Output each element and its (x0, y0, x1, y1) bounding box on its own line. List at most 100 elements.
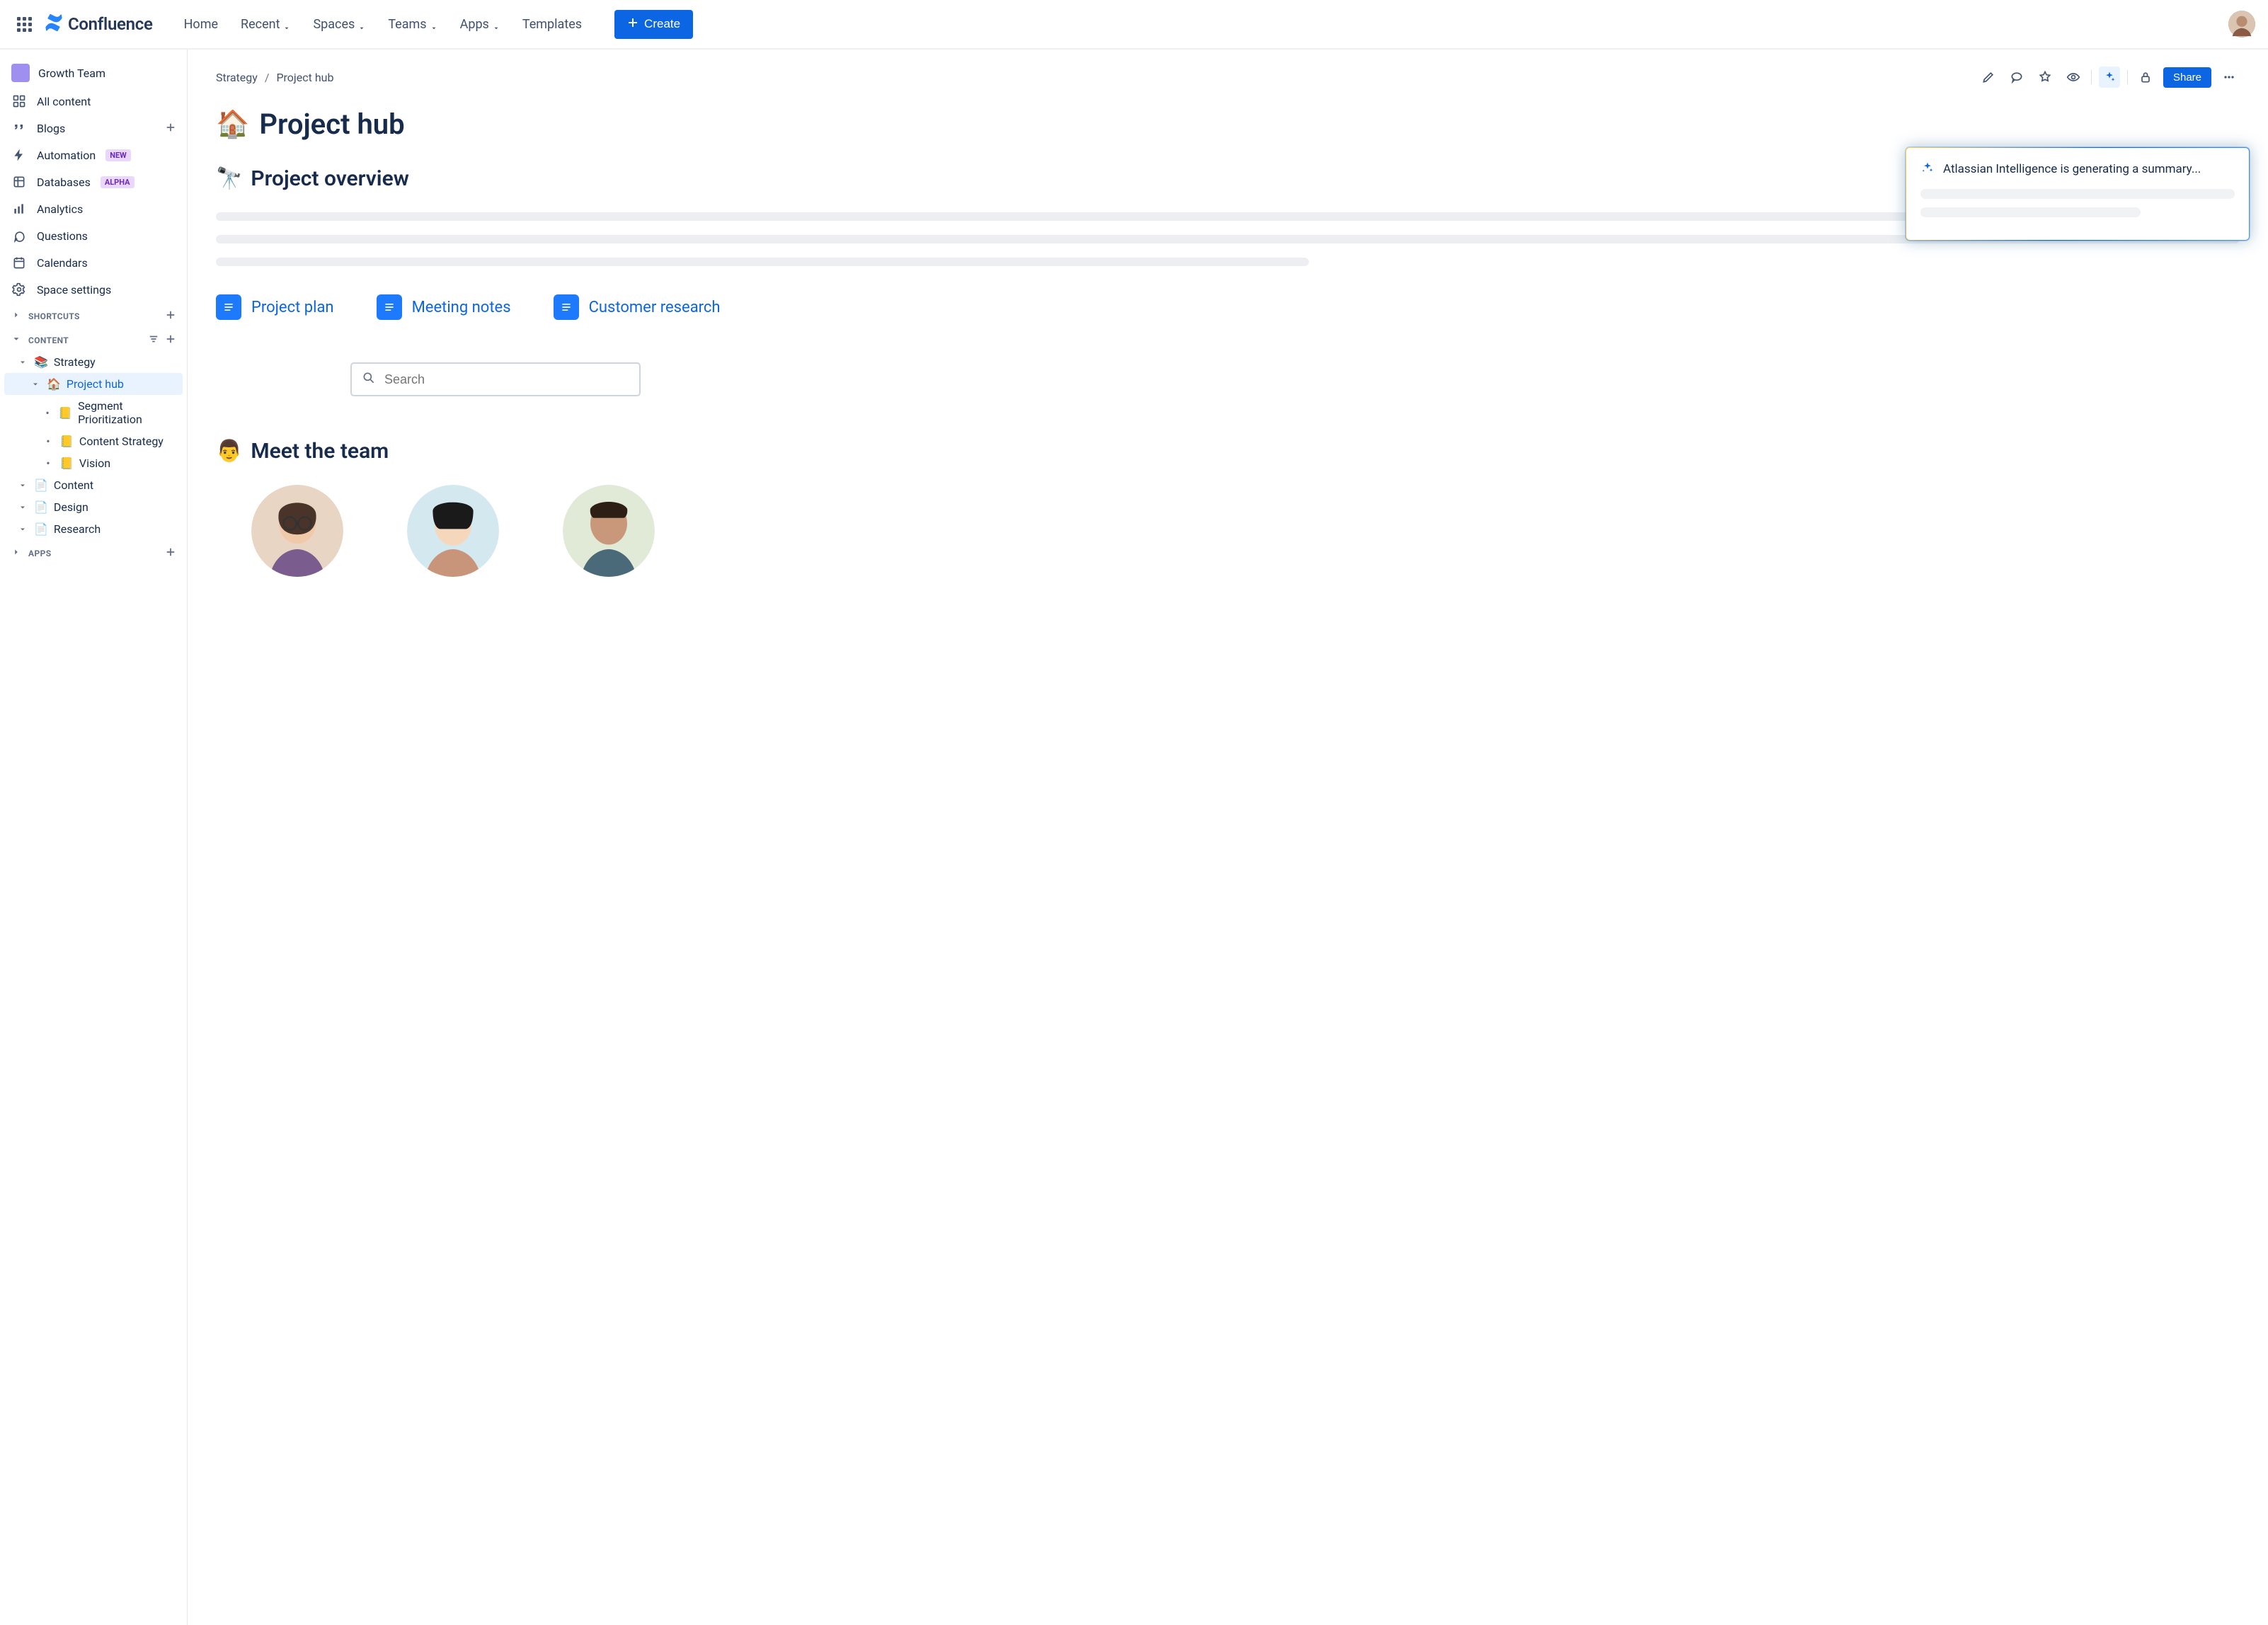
search-input[interactable] (384, 372, 629, 387)
tree-strategy[interactable]: 📚 Strategy (4, 351, 183, 373)
breadcrumb-parent[interactable]: Strategy (216, 71, 258, 84)
nav-apps[interactable]: Apps (450, 11, 510, 38)
tree-segment[interactable]: • 📒 Segment Prioritization (4, 395, 183, 430)
nav-templates-label: Templates (522, 17, 582, 32)
chevron-down-icon[interactable] (17, 481, 28, 490)
create-button[interactable]: Create (614, 10, 693, 39)
sidebar-questions[interactable]: Questions (4, 222, 183, 249)
chevron-right-icon[interactable] (11, 547, 21, 560)
page-title: 🏠 Project hub (216, 108, 2240, 141)
chevron-down-icon[interactable] (30, 380, 41, 389)
confluence-logo[interactable]: Confluence (44, 13, 153, 35)
tree-vision[interactable]: • 📒 Vision (4, 452, 183, 474)
nav-home-label: Home (184, 17, 218, 32)
star-icon[interactable] (2034, 67, 2056, 88)
tree-project-hub[interactable]: 🏠 Project hub (4, 373, 183, 395)
apps-label: APPS (28, 549, 52, 558)
quote-icon (11, 120, 27, 136)
doc-meeting-notes[interactable]: Meeting notes (377, 294, 511, 320)
search-box[interactable] (350, 362, 641, 396)
content-section-header -header: CONTENT (4, 327, 183, 351)
sidebar-blogs[interactable]: Blogs (4, 115, 183, 142)
document-icon (216, 294, 241, 320)
comment-icon[interactable] (2006, 67, 2027, 88)
chevron-right-icon[interactable] (11, 310, 21, 323)
divider (2127, 70, 2128, 84)
grid-icon (11, 93, 27, 109)
meet-team-heading-text: Meet the team (251, 439, 389, 464)
nav-templates[interactable]: Templates (512, 11, 592, 38)
tree-design[interactable]: 📄 Design (4, 496, 183, 518)
plus-icon[interactable] (166, 310, 176, 323)
team-member-avatar[interactable] (563, 485, 655, 577)
app-switcher-icon[interactable] (13, 13, 35, 35)
meet-team-heading: 👨 Meet the team (216, 439, 2240, 464)
nav-teams[interactable]: Teams (378, 11, 447, 38)
sidebar: Growth Team All content Blogs Automation… (0, 50, 188, 1625)
sidebar-space-settings[interactable]: Space settings (4, 276, 183, 303)
tree-segment-label: Segment Prioritization (78, 399, 177, 426)
filter-icon[interactable] (149, 334, 159, 347)
doc-meeting-notes-label: Meeting notes (412, 299, 511, 316)
doc-project-plan[interactable]: Project plan (216, 294, 334, 320)
sidebar-all-content[interactable]: All content (4, 88, 183, 115)
watch-icon[interactable] (2063, 67, 2084, 88)
space-selector[interactable]: Growth Team (4, 58, 183, 88)
edit-icon[interactable] (1978, 67, 1999, 88)
team-member-avatar[interactable] (251, 485, 343, 577)
chevron-down-icon (430, 21, 437, 28)
space-name: Growth Team (38, 67, 105, 80)
telescope-icon: 🔭 (216, 166, 242, 191)
confluence-wordmark: Confluence (68, 14, 153, 34)
chevron-down-icon[interactable] (17, 358, 28, 367)
page-actions: Share (1978, 67, 2240, 88)
shortcuts-section-header: SHORTCUTS (4, 303, 183, 327)
sidebar-automation-label: Automation (37, 149, 96, 162)
team-member-avatar[interactable] (407, 485, 499, 577)
nav-spaces[interactable]: Spaces (303, 11, 375, 38)
confluence-mark-icon (44, 13, 64, 35)
skeleton-line (1920, 207, 2141, 217)
sidebar-analytics[interactable]: Analytics (4, 195, 183, 222)
nav-home[interactable]: Home (174, 11, 228, 38)
breadcrumb-current[interactable]: Project hub (276, 71, 333, 84)
chevron-down-icon[interactable] (17, 525, 28, 534)
chevron-down-icon[interactable] (11, 334, 21, 347)
plus-icon[interactable] (166, 334, 176, 347)
chevron-down-icon[interactable] (17, 503, 28, 512)
more-icon[interactable] (2218, 67, 2240, 88)
sidebar-calendars-label: Calendars (37, 256, 88, 270)
notepad-icon: 📒 (59, 457, 74, 470)
share-button[interactable]: Share (2163, 67, 2211, 88)
document-icon (554, 294, 579, 320)
plus-icon[interactable] (166, 547, 176, 560)
space-color-icon (11, 64, 30, 82)
document-icon (377, 294, 402, 320)
sidebar-blogs-label: Blogs (37, 122, 65, 135)
tree-research[interactable]: 📄 Research (4, 518, 183, 540)
tree-design-label: Design (54, 500, 88, 514)
doc-customer-research-label: Customer research (589, 299, 721, 316)
ai-sparkle-icon[interactable] (2099, 67, 2120, 88)
bullet-icon: • (42, 435, 54, 448)
sidebar-databases[interactable]: Databases ALPHA (4, 168, 183, 195)
plus-icon[interactable] (166, 122, 176, 135)
tree-content-strategy[interactable]: • 📒 Content Strategy (4, 430, 183, 452)
nav-recent[interactable]: Recent (231, 11, 300, 38)
sidebar-automation[interactable]: Automation NEW (4, 142, 183, 168)
sidebar-databases-label: Databases (37, 176, 91, 189)
chevron-down-icon (283, 21, 290, 28)
create-button-label: Create (644, 17, 680, 31)
nav-apps-label: Apps (460, 17, 489, 32)
tree-content[interactable]: 📄 Content (4, 474, 183, 496)
chevron-down-icon (493, 21, 500, 28)
sidebar-calendars[interactable]: Calendars (4, 249, 183, 276)
doc-customer-research[interactable]: Customer research (554, 294, 721, 320)
user-avatar[interactable] (2228, 11, 2255, 38)
lock-icon[interactable] (2135, 67, 2156, 88)
database-icon (11, 174, 27, 190)
breadcrumb: Strategy / Project hub (216, 71, 333, 84)
chevron-down-icon (358, 21, 365, 28)
new-badge: NEW (105, 149, 131, 161)
nav-recent-label: Recent (241, 17, 280, 32)
